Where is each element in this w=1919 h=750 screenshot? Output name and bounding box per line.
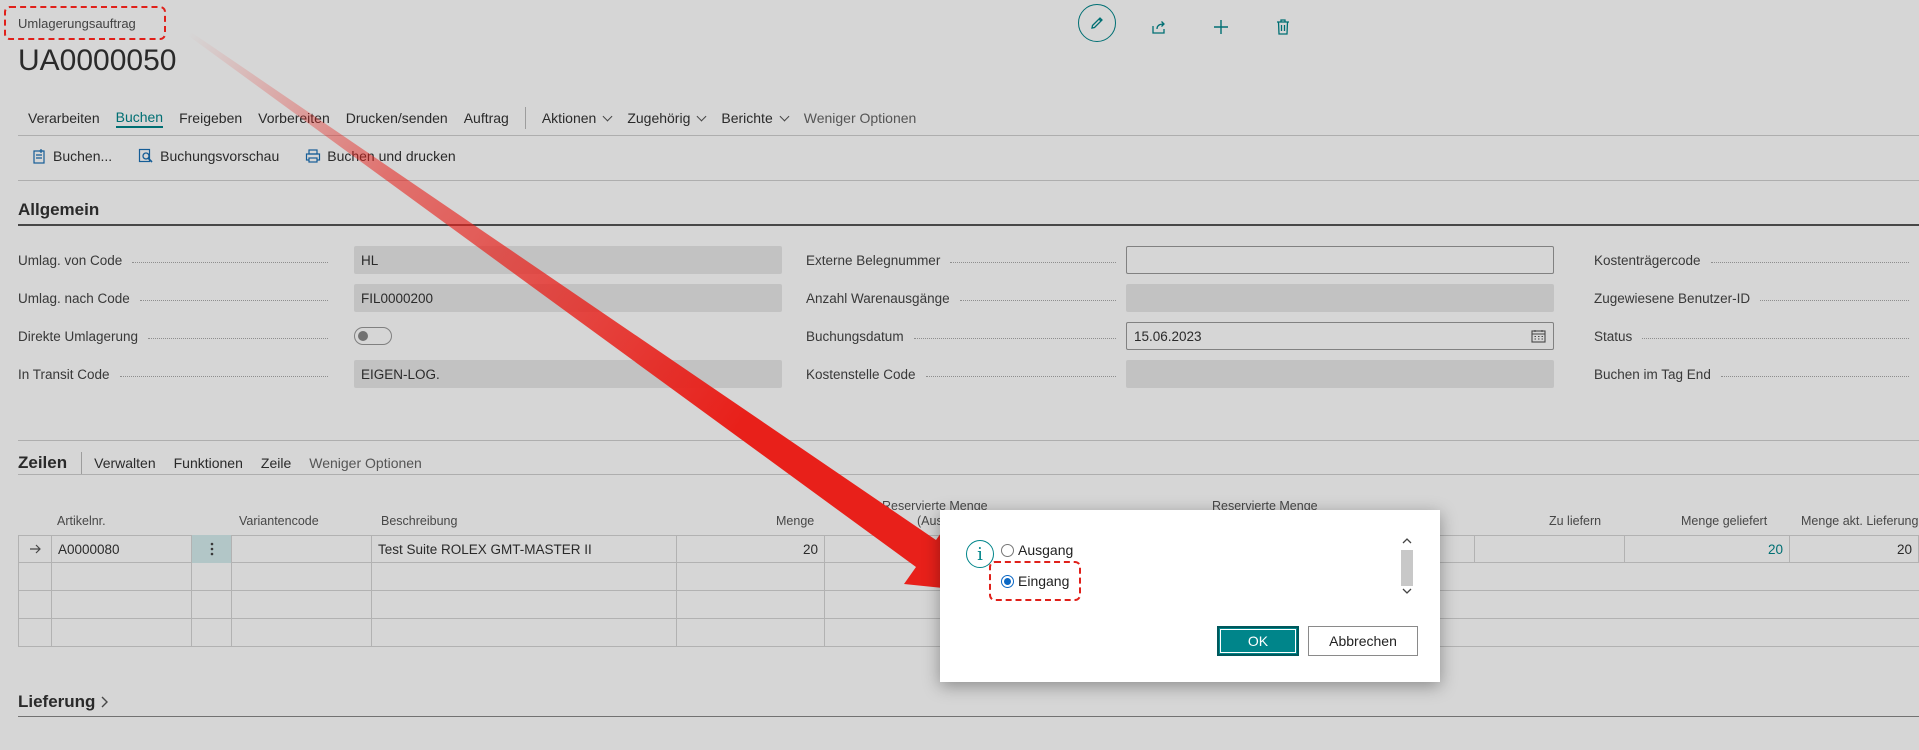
ok-button[interactable]: OK xyxy=(1217,626,1299,656)
radio-ausgang[interactable] xyxy=(1001,543,1014,557)
option-ausgang-label: Ausgang xyxy=(1018,542,1074,558)
page: Umlagerungsauftrag UA0000050 Verarbeiten… xyxy=(0,0,1919,750)
cancel-button[interactable]: Abbrechen xyxy=(1308,626,1418,656)
direction-dialog: i Ausgang Eingang OK Abbrechen xyxy=(940,510,1440,682)
option-ausgang[interactable]: Ausgang xyxy=(1001,542,1073,558)
options-scrollbar[interactable] xyxy=(1400,534,1414,598)
annotation-highlight-eingang xyxy=(989,561,1081,601)
